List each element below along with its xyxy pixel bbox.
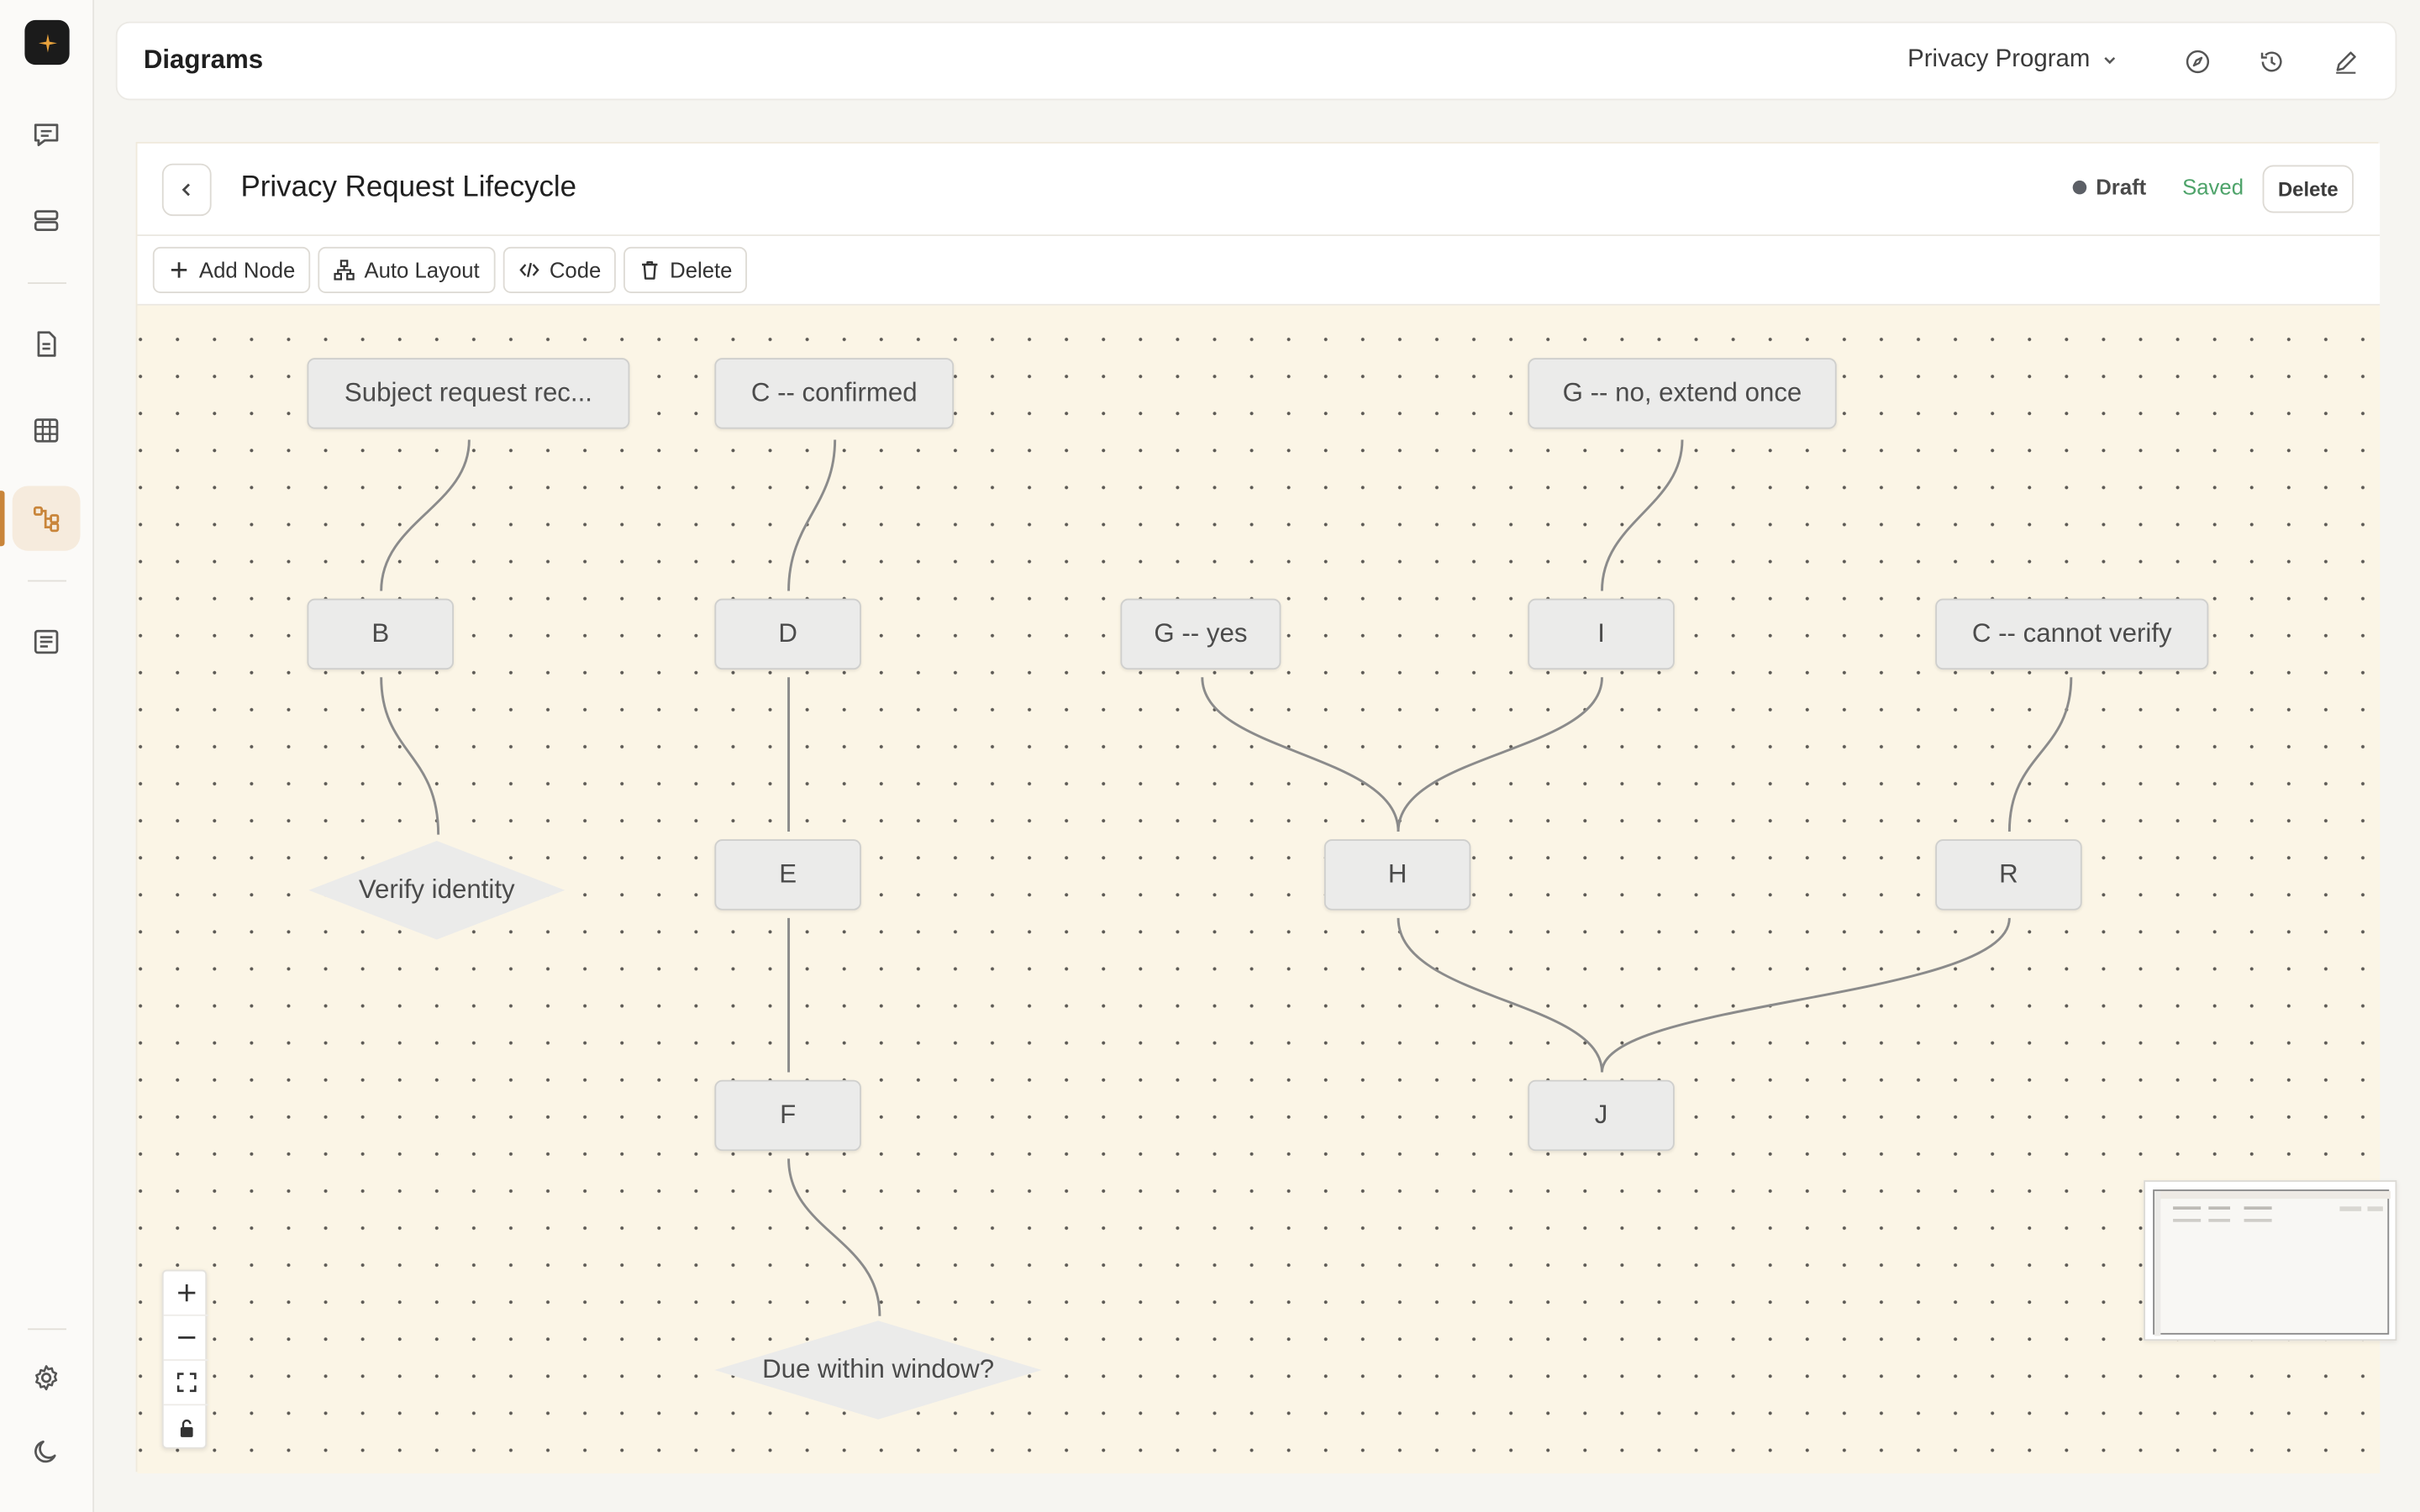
sidebar-item-database[interactable] bbox=[13, 188, 81, 253]
document-icon bbox=[37, 331, 56, 357]
minus-icon bbox=[177, 1336, 195, 1339]
edge-ccv-r bbox=[2007, 677, 2073, 832]
code-label: Code bbox=[549, 257, 602, 283]
add-node-button[interactable]: Add Node bbox=[152, 246, 311, 293]
hierarchy-icon bbox=[334, 260, 355, 281]
fit-view-button[interactable] bbox=[163, 1361, 208, 1406]
plus-icon bbox=[177, 1284, 195, 1302]
page-title: Diagrams bbox=[143, 45, 264, 75]
sidebar-divider bbox=[28, 580, 66, 582]
diagram-toolbar: Add Node Auto Layout Code Delete bbox=[137, 236, 2381, 306]
delete-diagram-button[interactable]: Delete bbox=[2262, 165, 2354, 213]
explore-button[interactable] bbox=[2178, 42, 2218, 82]
node-subject-request[interactable]: Subject request rec... bbox=[307, 358, 630, 429]
auto-layout-label: Auto Layout bbox=[364, 257, 480, 283]
node-verify-identity-label: Verify identity bbox=[358, 874, 515, 905]
node-e[interactable]: E bbox=[714, 839, 861, 911]
diagram-icon bbox=[33, 506, 60, 533]
status-badge: Draft bbox=[2072, 174, 2147, 199]
edge-i-h bbox=[1397, 677, 1603, 832]
sidebar-item-notes[interactable] bbox=[13, 609, 81, 674]
app-logo[interactable] bbox=[24, 19, 70, 66]
sidebar-item-diagrams[interactable] bbox=[12, 486, 81, 551]
node-due-within-window-label: Due within window? bbox=[762, 1354, 995, 1384]
edge-a-b bbox=[380, 439, 471, 591]
node-c-confirmed[interactable]: C -- confirmed bbox=[714, 358, 955, 429]
top-bar: Diagrams Privacy Program bbox=[115, 21, 2397, 101]
sidebar-item-theme[interactable] bbox=[13, 1420, 81, 1484]
zoom-controls bbox=[161, 1269, 208, 1450]
sidebar-divider bbox=[28, 282, 66, 284]
minimap-viewport bbox=[2153, 1189, 2391, 1336]
sidebar-item-tables[interactable] bbox=[13, 398, 81, 463]
settings-icon bbox=[35, 1365, 58, 1391]
edge-b-verify bbox=[380, 677, 440, 835]
table-icon bbox=[34, 418, 59, 443]
edit-icon bbox=[2336, 51, 2356, 74]
node-f[interactable]: F bbox=[714, 1079, 861, 1152]
database-icon bbox=[34, 210, 59, 232]
node-due-within-window[interactable]: Due within window? bbox=[713, 1319, 1044, 1420]
zoom-out-button[interactable] bbox=[163, 1316, 208, 1361]
diagram-editor: Privacy Request Lifecycle Draft Saved De… bbox=[135, 141, 2381, 1474]
edge-f-due bbox=[787, 1158, 881, 1316]
node-g-yes[interactable]: G -- yes bbox=[1120, 598, 1281, 670]
save-status: Saved bbox=[2182, 174, 2244, 199]
node-h[interactable]: H bbox=[1323, 839, 1471, 911]
plus-icon bbox=[171, 262, 187, 278]
sidebar-item-settings[interactable] bbox=[13, 1346, 81, 1410]
diagram-title: Privacy Request Lifecycle bbox=[240, 171, 577, 204]
project-selector[interactable]: Privacy Program bbox=[1907, 46, 2118, 74]
edge-r-j bbox=[1601, 917, 2011, 1073]
chat-icon bbox=[34, 123, 59, 147]
moon-icon bbox=[34, 1441, 56, 1463]
node-i[interactable]: I bbox=[1528, 598, 1675, 670]
node-d[interactable]: D bbox=[714, 598, 861, 670]
compass-icon bbox=[2186, 50, 2210, 74]
history-icon bbox=[2260, 51, 2282, 72]
auto-layout-button[interactable]: Auto Layout bbox=[318, 246, 496, 293]
node-g-no-extend[interactable]: G -- no, extend once bbox=[1528, 358, 1837, 429]
chevron-left-icon bbox=[182, 183, 190, 197]
project-selector-label: Privacy Program bbox=[1907, 46, 2091, 73]
status-label: Draft bbox=[2096, 174, 2147, 199]
node-r[interactable]: R bbox=[1935, 839, 2082, 911]
back-button[interactable] bbox=[161, 163, 212, 217]
diagram-canvas[interactable]: Subject request rec... C -- confirmed G … bbox=[137, 305, 2381, 1474]
minimap-preview bbox=[2154, 1190, 2391, 1336]
chevron-down-icon bbox=[2104, 56, 2116, 65]
node-j[interactable]: J bbox=[1528, 1079, 1675, 1152]
edit-button[interactable] bbox=[2326, 42, 2366, 82]
lock-button[interactable] bbox=[164, 1405, 208, 1450]
lock-icon bbox=[179, 1418, 192, 1436]
code-icon bbox=[519, 262, 539, 277]
zoom-in-button[interactable] bbox=[163, 1271, 208, 1316]
delete-label: Delete bbox=[670, 257, 733, 283]
sidebar-item-chat[interactable] bbox=[13, 102, 81, 166]
edge-h-j bbox=[1397, 917, 1603, 1073]
editor-header: Privacy Request Lifecycle Draft Saved De… bbox=[137, 143, 2381, 237]
fullscreen-icon bbox=[176, 1373, 196, 1393]
edge-gno-i bbox=[1601, 439, 1684, 591]
sidebar-active-indicator bbox=[0, 491, 5, 547]
edge-cconf-d bbox=[787, 439, 837, 591]
notes-icon bbox=[34, 629, 59, 654]
node-c-cannot-verify[interactable]: C -- cannot verify bbox=[1935, 598, 2209, 670]
code-button[interactable]: Code bbox=[502, 246, 617, 293]
sidebar-divider bbox=[28, 1328, 66, 1331]
edge-gyes-h bbox=[1201, 677, 1400, 832]
sparkle-icon bbox=[37, 33, 57, 52]
sidebar bbox=[0, 0, 95, 1512]
add-node-label: Add Node bbox=[198, 257, 296, 283]
trash-icon bbox=[642, 261, 658, 280]
sidebar-item-documents[interactable] bbox=[13, 312, 81, 376]
node-b[interactable]: B bbox=[307, 598, 454, 670]
node-verify-identity[interactable]: Verify identity bbox=[308, 839, 567, 941]
history-button[interactable] bbox=[2252, 42, 2292, 82]
status-dot bbox=[2072, 179, 2087, 194]
delete-node-button[interactable]: Delete bbox=[623, 246, 748, 293]
minimap[interactable] bbox=[2144, 1180, 2397, 1341]
